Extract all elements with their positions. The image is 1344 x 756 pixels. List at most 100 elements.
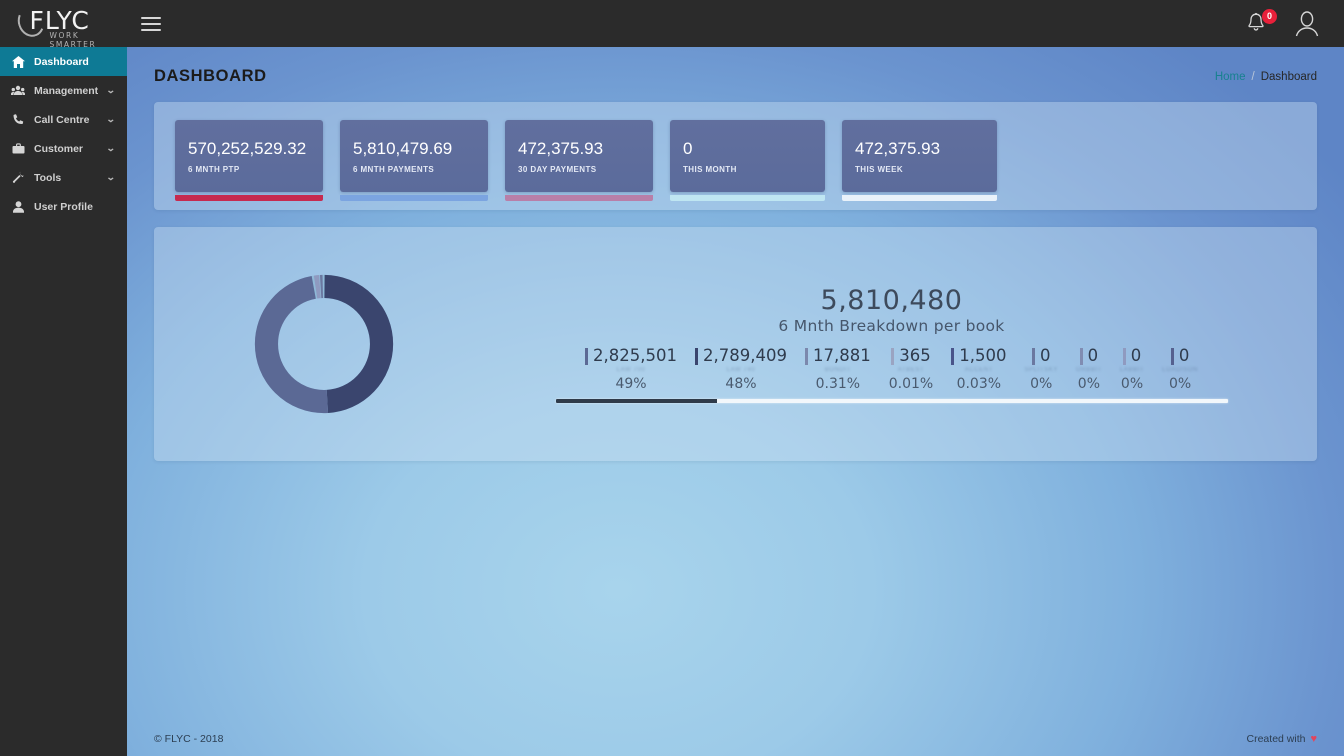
breakdown-progress-fill (555, 398, 717, 403)
segment-name: Law 740 (726, 366, 756, 373)
breakdown-segment[interactable]: 2,825,501 Law 700 49% (576, 346, 686, 392)
breakdown-progress-bar (555, 398, 1228, 403)
footer-credit: Created with ♥ (1247, 733, 1317, 745)
segment-percent: 49% (615, 375, 647, 392)
segment-value: 1,500 (959, 345, 1007, 365)
segment-value: 0 (1130, 345, 1142, 365)
segment-name: Bondit (824, 366, 851, 373)
main-content: DASHBOARD Home / Dashboard 570,252,529.3… (127, 47, 1344, 756)
stat-accent-bar (175, 195, 323, 201)
segment-percent: 0% (1077, 375, 1101, 392)
top-bar-actions: 0 (1246, 8, 1344, 38)
segment-percent: 0% (1168, 375, 1192, 392)
breakdown-segment[interactable]: 0 Labbit 0% (1111, 346, 1153, 392)
stat-accent-bar (670, 195, 825, 201)
sidebar-item-label: Customer (34, 142, 84, 155)
segment-tick-icon (1079, 347, 1083, 365)
breadcrumb-home[interactable]: Home (1215, 71, 1246, 83)
sidebar-item-dashboard[interactable]: Dashboard (0, 47, 127, 76)
breakdown-segment[interactable]: 2,789,409 Law 740 48% (686, 346, 796, 392)
heart-icon: ♥ (1310, 733, 1317, 745)
top-bar: FLYC WORK SMARTER 0 (0, 0, 1344, 49)
tools-icon (10, 171, 26, 185)
breakdown-segment[interactable]: 0 Splitsky 0% (1015, 346, 1066, 392)
stat-accent-bar (505, 195, 653, 201)
segment-tick-icon (951, 347, 955, 365)
notifications-button[interactable]: 0 (1246, 8, 1277, 36)
sidebar-item-user-profile[interactable]: User Profile (0, 192, 127, 221)
segment-tick-icon (804, 347, 808, 365)
stat-card-this-month[interactable]: 0 THIS MONTH (670, 120, 825, 201)
segment-value: 2,789,409 (703, 345, 787, 365)
user-avatar-icon[interactable] (1294, 10, 1320, 38)
segment-value: 2,825,501 (593, 345, 677, 365)
stat-value: 472,375.93 (518, 139, 604, 158)
segment-value: 0 (1087, 345, 1099, 365)
person-icon (10, 200, 26, 214)
breakdown-segment[interactable]: 1,500 Accent 0.03% (942, 346, 1015, 392)
briefcase-icon (10, 142, 26, 156)
segment-name: Accent (964, 366, 993, 373)
breakdown-total: 5,810,480 (820, 284, 963, 316)
segment-name: Atbest (897, 366, 925, 373)
segment-percent: 0.03% (956, 375, 1002, 392)
segment-value: 17,881 (812, 345, 871, 365)
stat-cards-panel: 570,252,529.32 6 MNTH PTP 5,810,479.69 6… (154, 102, 1317, 210)
stat-label: THIS WEEK (855, 165, 904, 174)
breadcrumb-current: Dashboard (1260, 70, 1317, 83)
sidebar-item-customer[interactable]: Customer ⌄ (0, 134, 127, 163)
segment-tick-icon (695, 347, 698, 365)
stat-card-this-week[interactable]: 472,375.93 THIS WEEK (842, 120, 997, 201)
stat-label: THIS MONTH (683, 165, 737, 174)
sidebar-item-tools[interactable]: Tools ⌄ (0, 163, 127, 192)
segment-value: 0 (1039, 345, 1051, 365)
sidebar-item-label: Tools (34, 171, 62, 184)
segment-tick-icon (585, 347, 589, 365)
stat-card-30-day-payments[interactable]: 472,375.93 30 DAY PAYMENTS (505, 120, 653, 201)
stat-value: 570,252,529.32 (188, 139, 307, 158)
segment-name: Loadison (1162, 366, 1198, 373)
stat-label: 6 MNTH PAYMENTS (353, 165, 435, 174)
brand-tagline: WORK SMARTER (49, 30, 97, 49)
breakdown-segment[interactable]: 0 Orbbit 0% (1067, 346, 1111, 392)
stat-accent-bar (340, 195, 488, 201)
brand-logo[interactable]: FLYC WORK SMARTER (0, 0, 127, 49)
sidebar-item-call-centre[interactable]: Call Centre ⌄ (0, 105, 127, 134)
segment-name: Law 700 (616, 366, 646, 373)
donut-chart[interactable] (248, 268, 400, 420)
chevron-down-icon: ⌄ (106, 143, 117, 153)
brand-name: FLYC (29, 5, 90, 35)
page-title: DASHBOARD (154, 67, 267, 85)
stat-card-6-mnth-ptp[interactable]: 570,252,529.32 6 MNTH PTP (175, 120, 323, 201)
breakdown-zone: 5,810,480 6 Mnth Breakdown per book 2,82… (494, 284, 1317, 403)
stat-value: 472,375.93 (855, 139, 941, 158)
segment-percent: 0% (1120, 375, 1144, 392)
footer: © FLYC - 2018 Created with ♥ (127, 722, 1344, 756)
donut-chart-zone (154, 227, 494, 461)
breakdown-segment[interactable]: 365 Atbest 0.01% (880, 346, 942, 392)
chevron-down-icon: ⌄ (106, 114, 117, 124)
chevron-down-icon: ⌄ (106, 172, 117, 182)
segment-percent: 48% (725, 375, 757, 392)
footer-credit-text: Created with (1246, 733, 1306, 745)
segment-tick-icon (1170, 347, 1174, 365)
breakdown-segments: 2,825,501 Law 700 49% 2,789,409 Law 740 … (576, 346, 1207, 392)
stat-value: 0 (683, 139, 693, 158)
segment-percent: 0.31% (815, 375, 861, 392)
breakdown-subtitle: 6 Mnth Breakdown per book (778, 316, 1005, 335)
notification-count-badge: 0 (1262, 8, 1277, 24)
home-icon (10, 55, 26, 69)
segment-tick-icon (1122, 347, 1126, 365)
sidebar-item-label: Call Centre (34, 113, 90, 126)
breakdown-segment[interactable]: 0 Loadison 0% (1153, 346, 1207, 392)
breakdown-panel: 5,810,480 6 Mnth Breakdown per book 2,82… (154, 227, 1317, 461)
sidebar-item-management[interactable]: Management ⌄ (0, 76, 127, 105)
breakdown-segment[interactable]: 17,881 Bondit 0.31% (796, 346, 880, 392)
segment-percent: 0.01% (888, 375, 934, 392)
segment-percent: 0% (1030, 375, 1053, 392)
segment-value: 0 (1178, 345, 1190, 365)
segment-tick-icon (891, 347, 895, 365)
hamburger-icon[interactable] (137, 10, 165, 38)
stat-card-6-mnth-payments[interactable]: 5,810,479.69 6 MNTH PAYMENTS (340, 120, 488, 201)
stat-label: 6 MNTH PTP (188, 165, 240, 174)
